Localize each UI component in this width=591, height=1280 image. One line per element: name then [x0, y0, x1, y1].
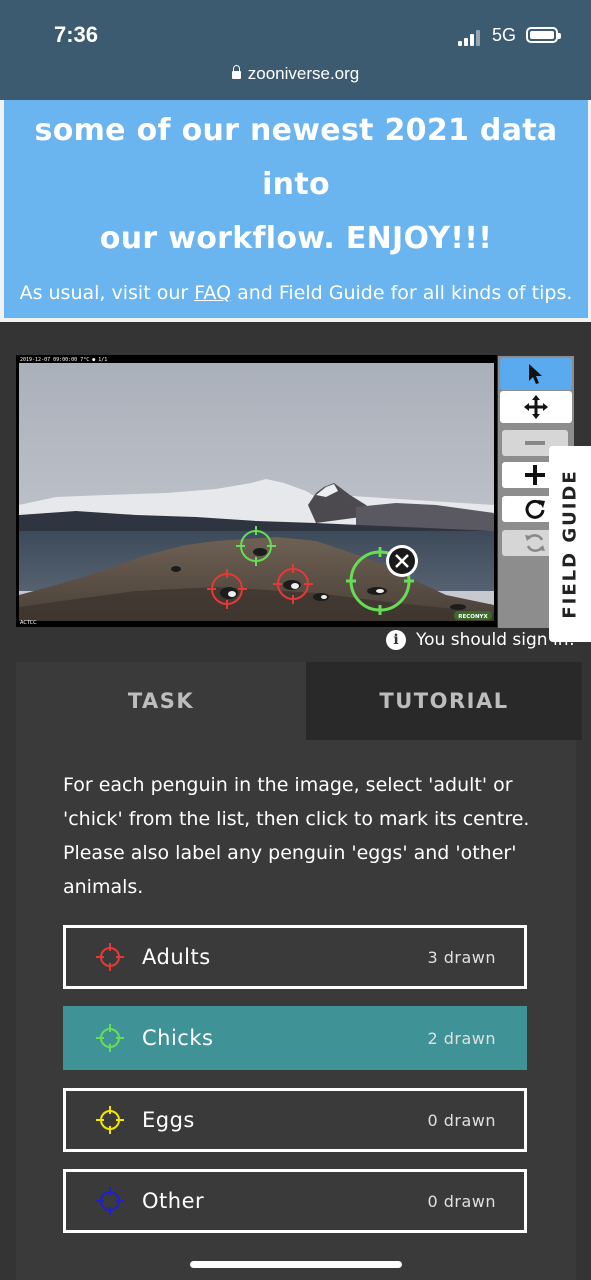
address-bar[interactable]: zooniverse.org — [0, 64, 591, 84]
answer-chicks[interactable]: Chicks 2 drawn — [63, 1006, 527, 1070]
answer-count: 3 drawn — [427, 947, 496, 967]
signal-icon — [458, 28, 484, 46]
announcement-heading: some of our newest 2021 data into our wo… — [34, 113, 558, 256]
answer-count: 2 drawn — [427, 1028, 496, 1048]
network-type: 5G — [492, 25, 517, 45]
home-indicator[interactable] — [190, 1261, 402, 1268]
field-guide-tab[interactable]: FIELD GUIDE — [549, 446, 591, 642]
answer-label: Other — [142, 1189, 205, 1213]
crosshair-icon — [96, 1024, 124, 1052]
answer-other[interactable]: Other 0 drawn — [63, 1169, 527, 1233]
announcement-body: As usual, visit our FAQ and Field Guide … — [19, 282, 573, 304]
task-instructions: For each penguin in the image, select 'a… — [63, 774, 530, 898]
answer-count: 0 drawn — [427, 1110, 496, 1130]
crosshair-icon — [96, 1187, 124, 1215]
task-tabs: TASK TUTORIAL — [16, 662, 582, 740]
cursor-icon — [529, 364, 542, 384]
answer-eggs[interactable]: Eggs 0 drawn — [63, 1088, 527, 1152]
crosshair-icon — [96, 1106, 124, 1134]
announcement-banner: some of our newest 2021 data into our wo… — [0, 100, 591, 322]
reconyx-logo: RECONYX — [454, 611, 492, 620]
refresh-icon — [525, 534, 545, 552]
clock: 7:36 — [54, 22, 99, 47]
signin-text: You should sign in! — [416, 630, 576, 650]
status-bar: 7:36 5G zooniverse.org — [0, 0, 591, 100]
subject-image-viewer[interactable]: 2019-12-07 09:00:00 7°C ● 1/1 ACTCC RECO… — [16, 355, 497, 627]
answer-adults[interactable]: Adults 3 drawn — [63, 925, 527, 989]
faq-link[interactable]: FAQ — [194, 282, 231, 304]
pan-tool-button[interactable] — [500, 391, 572, 423]
crosshair-icon — [96, 943, 124, 971]
info-icon: i — [386, 630, 406, 650]
pointer-tool-button[interactable] — [500, 358, 572, 390]
minus-icon — [525, 441, 545, 445]
answer-label: Adults — [142, 945, 211, 969]
answer-label: Eggs — [142, 1108, 195, 1132]
plus-icon — [525, 465, 545, 485]
corner-label: ACTCC — [20, 620, 37, 626]
lock-icon — [231, 65, 241, 79]
signin-notice[interactable]: i You should sign in! — [386, 630, 575, 650]
tab-task[interactable]: TASK — [16, 662, 306, 740]
answer-label: Chicks — [142, 1026, 214, 1050]
move-icon — [524, 395, 548, 419]
url-text: zooniverse.org — [247, 64, 360, 83]
answer-count: 0 drawn — [427, 1191, 496, 1211]
tab-tutorial[interactable]: TUTORIAL — [306, 662, 582, 740]
camera-info-strip: 2019-12-07 09:00:00 7°C ● 1/1 — [20, 357, 107, 363]
delete-mark-icon[interactable] — [386, 545, 418, 577]
svg-text:RECONYX: RECONYX — [458, 614, 488, 620]
rotate-icon — [525, 499, 545, 519]
battery-icon — [526, 27, 561, 43]
